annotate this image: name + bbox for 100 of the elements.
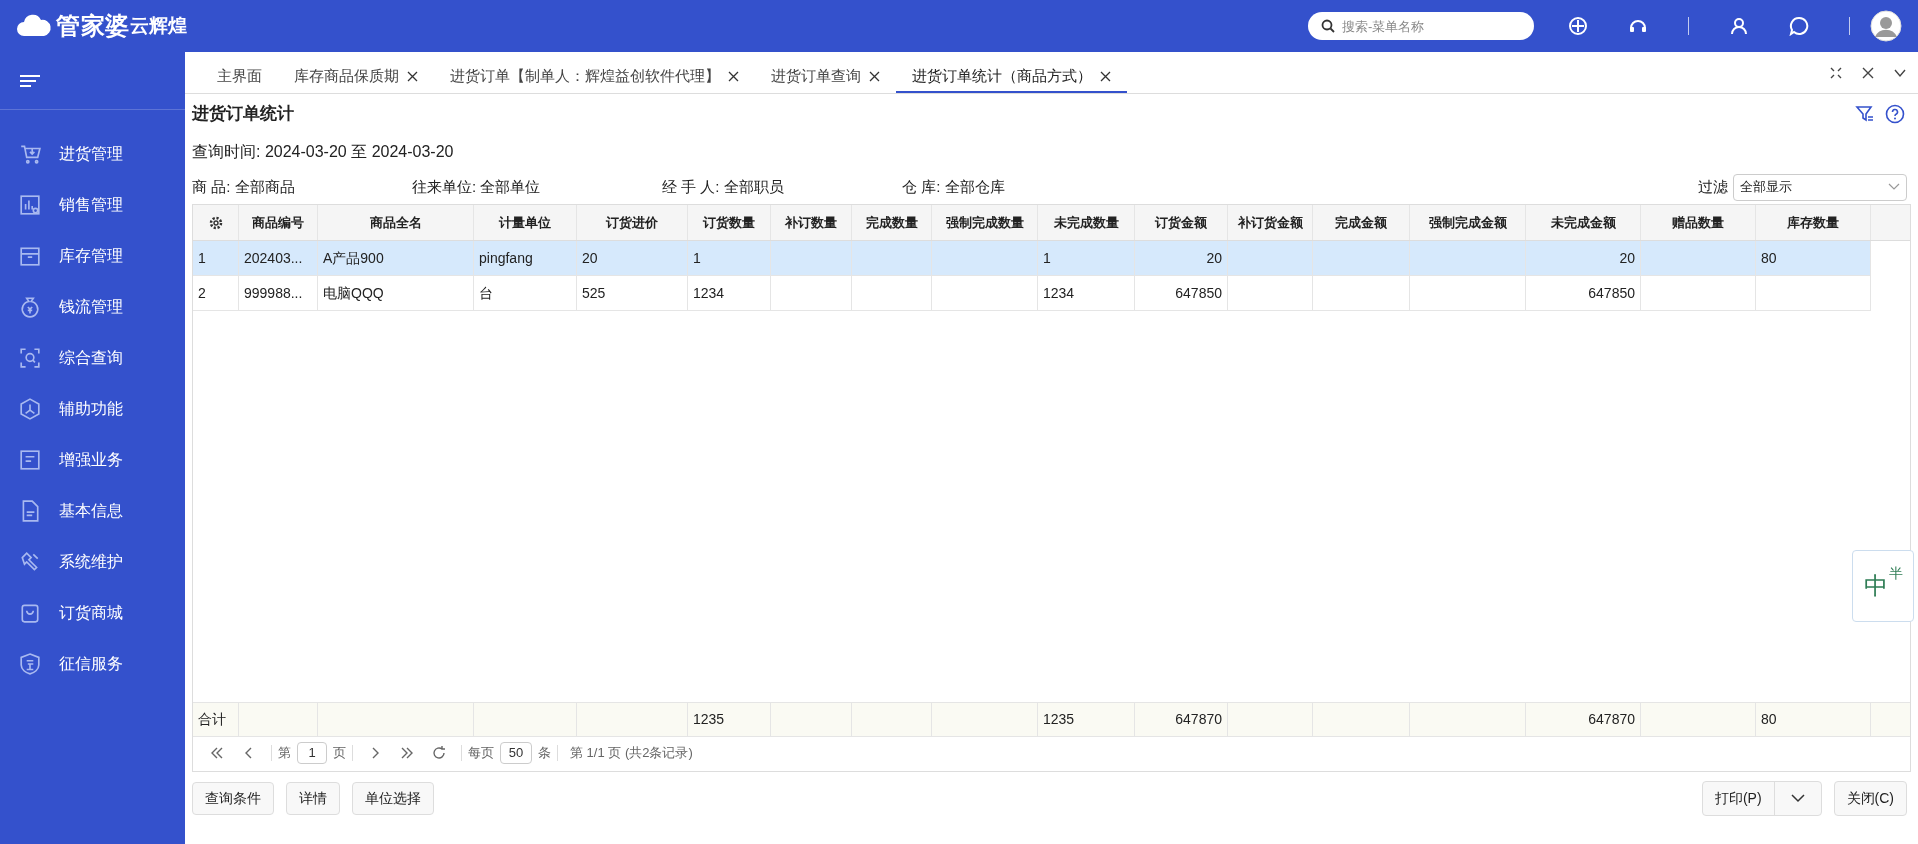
column-header[interactable]: 库存数量 bbox=[1756, 205, 1871, 240]
total-cell: 647870 bbox=[1526, 703, 1641, 736]
filter-text: 仓 库: 全部仓库 bbox=[902, 176, 1006, 197]
table-cell: 1234 bbox=[688, 276, 771, 310]
menu-item-icon bbox=[19, 346, 41, 369]
menu-item-icon bbox=[19, 142, 41, 165]
sidebar-item[interactable]: 库存管理 bbox=[0, 230, 185, 281]
menu-item-icon bbox=[19, 652, 41, 675]
table-row[interactable]: 2 999988... 电脑QQQ 台 525 1234 1234 647850 647850 bbox=[193, 276, 1871, 311]
menu-item-icon bbox=[19, 601, 41, 624]
menu-item-icon bbox=[19, 244, 41, 267]
column-header[interactable]: 完成金额 bbox=[1313, 205, 1410, 240]
sidebar-item[interactable]: 基本信息 bbox=[0, 485, 185, 536]
page-size-field[interactable]: 50 bbox=[500, 742, 532, 764]
column-header[interactable]: 商品编号 bbox=[239, 205, 318, 240]
filter-text: 经 手 人: 全部职员 bbox=[662, 176, 785, 197]
table-cell: 80 bbox=[1756, 241, 1871, 275]
action-button[interactable]: 查询条件 bbox=[192, 782, 274, 815]
column-header[interactable]: 订货进价 bbox=[577, 205, 688, 240]
sidebar-item[interactable]: 订货商城 bbox=[0, 587, 185, 638]
sidebar-item[interactable]: 进货管理 bbox=[0, 128, 185, 179]
column-header[interactable]: 强制完成金额 bbox=[1410, 205, 1526, 240]
column-header[interactable]: 补订货金额 bbox=[1228, 205, 1313, 240]
total-cell: 合计 bbox=[193, 703, 239, 736]
page-label: 页 bbox=[333, 744, 346, 763]
column-header[interactable]: 订货金额 bbox=[1135, 205, 1228, 240]
close-icon[interactable] bbox=[1862, 67, 1874, 79]
last-page-icon[interactable] bbox=[399, 745, 415, 761]
page-title: 进货订单统计 bbox=[192, 103, 294, 126]
page-number-field[interactable]: 1 bbox=[297, 742, 327, 764]
column-header[interactable]: 计量单位 bbox=[474, 205, 577, 240]
column-header[interactable]: 商品全名 bbox=[318, 205, 474, 240]
column-header[interactable]: 赠品数量 bbox=[1641, 205, 1756, 240]
column-header[interactable]: 补订数量 bbox=[771, 205, 852, 240]
menu-icon[interactable] bbox=[19, 73, 41, 88]
action-button[interactable]: 单位选择 bbox=[352, 782, 434, 815]
total-cell: 1235 bbox=[1038, 703, 1135, 736]
menu-item-icon bbox=[19, 448, 41, 471]
tab[interactable]: 进货订单【制单人：辉煌益创软件代理】 bbox=[434, 61, 755, 93]
sidebar-item[interactable]: 增强业务 bbox=[0, 434, 185, 485]
avatar-icon[interactable] bbox=[1870, 10, 1902, 42]
tab[interactable]: 库存商品保质期 bbox=[278, 61, 434, 93]
total-cell: 80 bbox=[1756, 703, 1871, 736]
search-field[interactable]: 搜索-菜单名称 bbox=[1308, 12, 1534, 40]
person-icon[interactable] bbox=[1729, 16, 1749, 36]
column-header[interactable]: 未完成金额 bbox=[1526, 205, 1641, 240]
chevron-down-icon[interactable] bbox=[1894, 67, 1906, 79]
page-size-label: 每页 bbox=[468, 744, 494, 763]
first-page-icon[interactable] bbox=[209, 745, 225, 761]
table-cell: pingfang bbox=[474, 241, 577, 275]
tab[interactable]: 进货订单查询 bbox=[755, 61, 896, 93]
sidebar-item[interactable]: 征信服务 bbox=[0, 638, 185, 689]
page-size-label: 条 bbox=[538, 744, 551, 763]
column-header[interactable]: 完成数量 bbox=[852, 205, 932, 240]
table-cell: 1234 bbox=[1038, 276, 1135, 310]
table-cell: 20 bbox=[1135, 241, 1228, 275]
close-icon[interactable] bbox=[728, 70, 739, 82]
table-cell: 525 bbox=[577, 276, 688, 310]
table-cell: 2 bbox=[193, 276, 239, 310]
close-button[interactable]: 关闭(C) bbox=[1833, 781, 1907, 816]
table-cell: 647850 bbox=[1135, 276, 1228, 310]
shrink-icon[interactable] bbox=[1830, 67, 1842, 79]
menu-item-icon bbox=[19, 295, 41, 318]
sidebar-item[interactable]: 钱流管理 bbox=[0, 281, 185, 332]
chevron-down-icon bbox=[1790, 794, 1805, 803]
chat-icon[interactable] bbox=[1789, 16, 1809, 36]
column-header[interactable]: 强制完成数量 bbox=[932, 205, 1038, 240]
close-icon[interactable] bbox=[869, 70, 880, 82]
table-cell: 20 bbox=[577, 241, 688, 275]
table-cell: 1 bbox=[193, 241, 239, 275]
sidebar-item[interactable]: 辅助功能 bbox=[0, 383, 185, 434]
table-cell: 20 bbox=[1526, 241, 1641, 275]
settings-icon[interactable] bbox=[207, 214, 224, 231]
refresh-icon[interactable] bbox=[431, 745, 447, 761]
filter-dropdown[interactable]: 全部显示 bbox=[1733, 173, 1907, 201]
logo-text: 管家婆 bbox=[56, 11, 130, 41]
total-cell: 647870 bbox=[1135, 703, 1228, 736]
close-icon[interactable] bbox=[407, 70, 418, 82]
sidebar-item[interactable]: 综合查询 bbox=[0, 332, 185, 383]
table-cell: 1 bbox=[688, 241, 771, 275]
action-button[interactable]: 详情 bbox=[286, 782, 340, 815]
column-header[interactable]: 订货数量 bbox=[688, 205, 771, 240]
filter-label: 过滤 bbox=[1698, 176, 1728, 197]
total-cell: 1235 bbox=[688, 703, 771, 736]
filter-text: 商 品: 全部商品 bbox=[192, 176, 296, 197]
help-icon[interactable] bbox=[1885, 104, 1905, 124]
tab[interactable]: 主界面 bbox=[201, 61, 278, 93]
menu-item-icon bbox=[19, 550, 41, 573]
filter-icon[interactable] bbox=[1855, 104, 1875, 124]
table-cell: A产品900 bbox=[318, 241, 474, 275]
table-row[interactable]: 1 202403... A产品900 pingfang 20 1 1 20 20 80 bbox=[193, 241, 1871, 276]
chevron-down-icon bbox=[1888, 183, 1900, 191]
logo-subtitle: 云辉煌 bbox=[129, 14, 187, 36]
sidebar-item[interactable]: 系统维护 bbox=[0, 536, 185, 587]
cloud-logo-icon bbox=[16, 14, 52, 38]
sidebar-item[interactable]: 销售管理 bbox=[0, 179, 185, 230]
column-header[interactable]: 未完成数量 bbox=[1038, 205, 1135, 240]
tab[interactable]: 进货订单统计（商品方式） bbox=[896, 61, 1127, 93]
filter-text: 往来单位: 全部单位 bbox=[412, 176, 542, 197]
close-icon[interactable] bbox=[1100, 70, 1111, 82]
